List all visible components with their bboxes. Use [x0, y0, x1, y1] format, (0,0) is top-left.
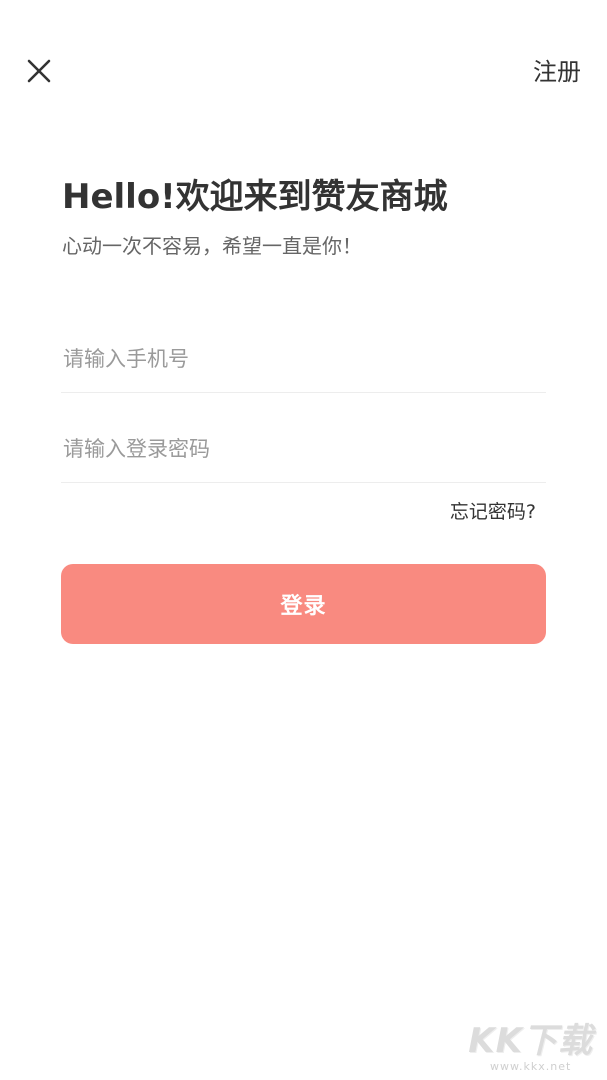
forgot-password-link[interactable]: 忘记密码?: [450, 496, 536, 528]
close-button[interactable]: [22, 54, 56, 88]
password-input[interactable]: [61, 416, 546, 482]
login-button[interactable]: 登录: [61, 564, 546, 644]
watermark-logo: KK下载: [468, 1021, 593, 1061]
close-icon: [27, 59, 51, 83]
watermark: KK下载 www.kkx.net: [468, 1022, 593, 1074]
welcome-subtitle: 心动一次不容易，希望一直是你！: [62, 234, 362, 258]
password-field-container: [61, 416, 546, 483]
welcome-title: Hello!欢迎来到赞友商城: [62, 177, 448, 217]
watermark-url: www.kkx.net: [490, 1060, 572, 1073]
register-link[interactable]: 注册: [533, 56, 581, 88]
phone-input[interactable]: [61, 326, 546, 392]
phone-field-container: [61, 326, 546, 393]
